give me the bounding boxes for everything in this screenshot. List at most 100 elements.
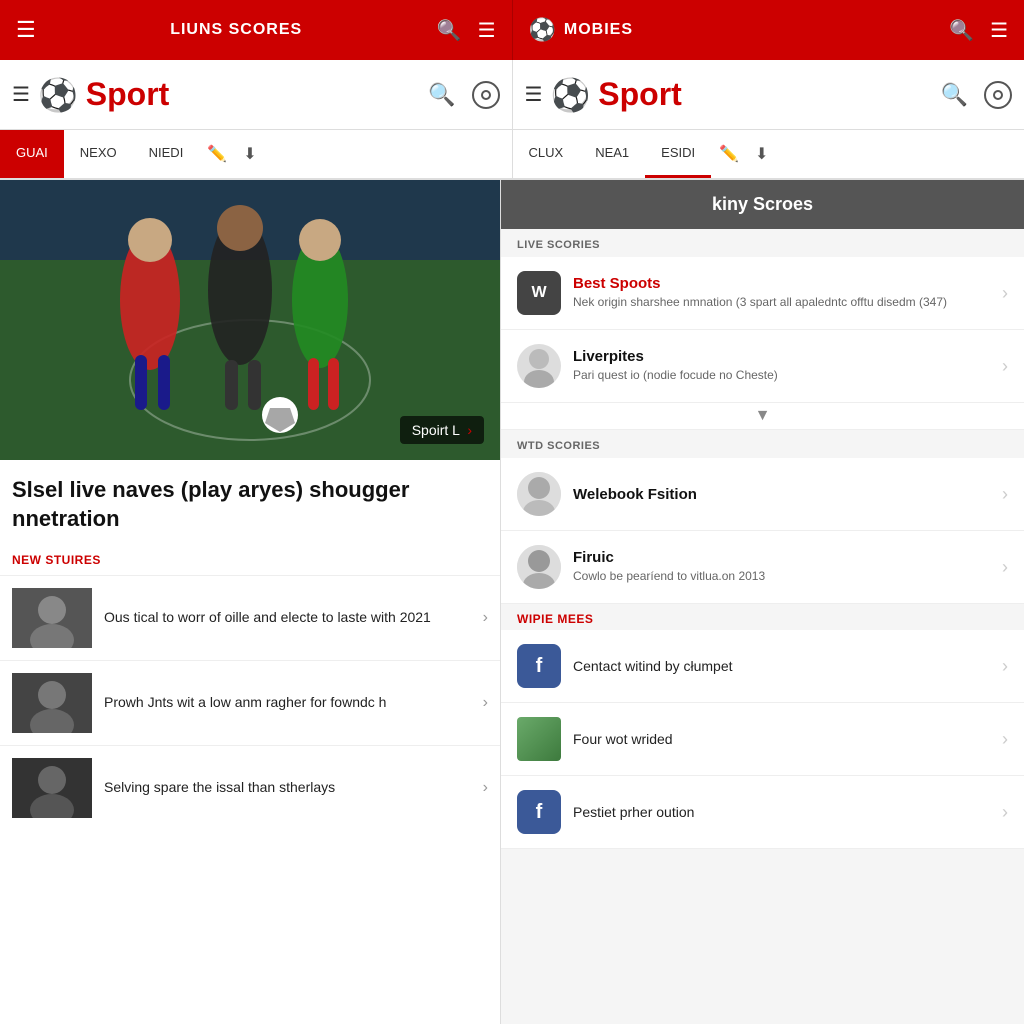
score-avatar-2 bbox=[517, 344, 561, 388]
score-arrow-wtd-1: › bbox=[1002, 484, 1008, 505]
search-icon-top-left[interactable]: 🔍 bbox=[437, 18, 462, 43]
news-thumb-3-svg bbox=[12, 758, 92, 818]
target-inner-right bbox=[993, 90, 1003, 100]
tab-guai[interactable]: GUAI bbox=[0, 130, 64, 178]
score-info-1: Best Spoots Nek origin sharshee nmnation… bbox=[573, 275, 990, 311]
score-arrow-wtd-2: › bbox=[1002, 557, 1008, 578]
score-arrow-1: › bbox=[1002, 283, 1008, 304]
facebook-icon-3: f bbox=[517, 790, 561, 834]
hamburger-brand-right[interactable]: ☰ bbox=[525, 82, 543, 107]
tab-nea1[interactable]: NEA1 bbox=[579, 130, 645, 178]
score-subtitle-2: Pari quest io (nodie focude no Cheste) bbox=[573, 367, 990, 384]
live-score-item-1[interactable]: W Best Spoots Nek origin sharshee nmnati… bbox=[501, 257, 1024, 330]
wtd-section-label: WTD SCORIES bbox=[501, 430, 1024, 458]
score-info-wtd-1: Welebook Fsition bbox=[573, 486, 990, 503]
media-text-2: Four wot wrided bbox=[573, 731, 990, 747]
tab-icon-download-right[interactable]: ⬇ bbox=[747, 130, 776, 178]
media-arrow-1: › bbox=[1002, 656, 1008, 677]
search-icon-brand-right[interactable]: 🔍 bbox=[941, 82, 968, 108]
tab-icon-edit-right[interactable]: ✏️ bbox=[711, 130, 747, 178]
score-avatar-wtd-2 bbox=[517, 545, 561, 589]
tab-icon-download-left[interactable]: ⬇ bbox=[235, 130, 264, 178]
news-thumb-2 bbox=[12, 673, 92, 733]
brand-bar-left: ☰ ⚽ Sport 🔍 bbox=[0, 60, 513, 129]
hero-badge-arrow: › bbox=[467, 422, 472, 438]
media-item-1[interactable]: f Centact witind by cłumpet › bbox=[501, 630, 1024, 703]
news-item-3[interactable]: Selving spare the issal than stherlays › bbox=[0, 745, 500, 830]
score-subtitle-wtd-2: Cowlo be pearíend to vitlua.on 2013 bbox=[573, 568, 990, 585]
top-bar-right: ⚽ MOBIES 🔍 ☰ bbox=[513, 0, 1024, 60]
soccer-ball-icon-top: ⚽ bbox=[529, 17, 556, 43]
wipie-section: WIPIE MEES bbox=[501, 604, 1024, 630]
news-thumb-3 bbox=[12, 758, 92, 818]
score-title-wtd-2: Firuic bbox=[573, 549, 990, 566]
news-arrow-1: › bbox=[483, 609, 488, 627]
news-text-3: Selving spare the issal than stherlays bbox=[104, 778, 471, 798]
wipie-label: WIPIE MEES bbox=[517, 612, 1008, 626]
avatar-svg-wtd-2 bbox=[517, 545, 561, 589]
app-title-left: LIUNS SCORES bbox=[170, 21, 302, 39]
story-main: Slsel live naves (play aryes) shougger n… bbox=[0, 460, 500, 549]
top-bar-left: ☰ LIUNS SCORES 🔍 ☰ bbox=[0, 0, 513, 60]
avatar-svg-wtd-1 bbox=[517, 472, 561, 516]
score-title-1: Best Spoots bbox=[573, 275, 990, 292]
main-headline: Slsel live naves (play aryes) shougger n… bbox=[12, 476, 488, 533]
tab-nexo[interactable]: NEXO bbox=[64, 130, 133, 178]
hero-badge: Spoirt L › bbox=[400, 416, 484, 444]
live-section-label: LIVE SCORIES bbox=[501, 229, 1024, 257]
media-image-2 bbox=[517, 717, 561, 761]
score-badge-1: W bbox=[517, 271, 561, 315]
tab-niedi[interactable]: NIEDI bbox=[133, 130, 200, 178]
left-panel: Spoirt L › Slsel live naves (play aryes)… bbox=[0, 180, 500, 1024]
media-text-3: Pestiet prher oution bbox=[573, 804, 990, 820]
divider-arrow: ▼ bbox=[501, 403, 1024, 430]
media-text-1: Centact witind by cłumpet bbox=[573, 658, 990, 674]
hero-image: Spoirt L › bbox=[0, 180, 500, 460]
tab-clux[interactable]: CLUX bbox=[513, 130, 580, 178]
media-item-2[interactable]: Four wot wrided › bbox=[501, 703, 1024, 776]
score-subtitle-1: Nek origin sharshee nmnation (3 spart al… bbox=[573, 294, 990, 311]
tabs-right: CLUX NEA1 ESIDI ✏️ ⬇ bbox=[513, 130, 1024, 180]
score-info-2: Liverpites Pari quest io (nodie focude n… bbox=[573, 348, 990, 384]
facebook-icon-1: f bbox=[517, 644, 561, 688]
hamburger-top-left[interactable]: ☰ bbox=[16, 17, 36, 43]
news-text-1: Ous tical to worr of oille and electe to… bbox=[104, 608, 471, 628]
wtd-score-item-1[interactable]: Welebook Fsition › bbox=[501, 458, 1024, 531]
media-arrow-2: › bbox=[1002, 729, 1008, 750]
news-text-2: Prowh Jnts wit a low anm ragher for fown… bbox=[104, 693, 471, 713]
expand-icon[interactable]: ▼ bbox=[755, 407, 771, 425]
target-icon-left[interactable] bbox=[472, 81, 500, 109]
target-icon-right[interactable] bbox=[984, 81, 1012, 109]
tabs-left: GUAI NEXO NIEDI ✏️ ⬇ bbox=[0, 130, 513, 180]
news-thumb-1-svg bbox=[12, 588, 92, 648]
brand-title-right: Sport bbox=[598, 76, 932, 113]
score-info-wtd-2: Firuic Cowlo be pearíend to vitlua.on 20… bbox=[573, 549, 990, 585]
score-title-wtd-1: Welebook Fsition bbox=[573, 486, 990, 503]
soccer-ball-brand-left: ⚽ bbox=[38, 76, 78, 114]
search-icon-brand-left[interactable]: 🔍 bbox=[428, 82, 455, 108]
score-arrow-2: › bbox=[1002, 356, 1008, 377]
media-item-3[interactable]: f Pestiet prher oution › bbox=[501, 776, 1024, 849]
tab-icon-edit-left[interactable]: ✏️ bbox=[199, 130, 235, 178]
brand-bar-right: ☰ ⚽ Sport 🔍 bbox=[513, 60, 1024, 129]
wtd-score-item-2[interactable]: Firuic Cowlo be pearíend to vitlua.on 20… bbox=[501, 531, 1024, 604]
right-panel: kiny Scroes LIVE SCORIES W Best Spoots N… bbox=[501, 180, 1024, 1024]
menu-icon-top-left[interactable]: ☰ bbox=[478, 18, 496, 43]
target-inner-left bbox=[481, 90, 491, 100]
news-arrow-2: › bbox=[483, 694, 488, 712]
media-arrow-3: › bbox=[1002, 802, 1008, 823]
scores-header: kiny Scroes bbox=[501, 180, 1024, 229]
menu-icon-top-right[interactable]: ☰ bbox=[990, 18, 1008, 43]
news-item-2[interactable]: Prowh Jnts wit a low anm ragher for fown… bbox=[0, 660, 500, 745]
search-icon-top-right[interactable]: 🔍 bbox=[949, 18, 974, 43]
soccer-ball-brand-right: ⚽ bbox=[550, 76, 590, 114]
news-arrow-3: › bbox=[483, 779, 488, 797]
news-item-1[interactable]: Ous tical to worr of oille and electe to… bbox=[0, 575, 500, 660]
hamburger-brand-left[interactable]: ☰ bbox=[12, 82, 30, 107]
brand-title-left: Sport bbox=[86, 76, 420, 113]
news-thumb-1 bbox=[12, 588, 92, 648]
score-avatar-wtd-1 bbox=[517, 472, 561, 516]
tab-esidi[interactable]: ESIDI bbox=[645, 130, 711, 178]
avatar-svg-2 bbox=[517, 344, 561, 388]
live-score-item-2[interactable]: Liverpites Pari quest io (nodie focude n… bbox=[501, 330, 1024, 403]
